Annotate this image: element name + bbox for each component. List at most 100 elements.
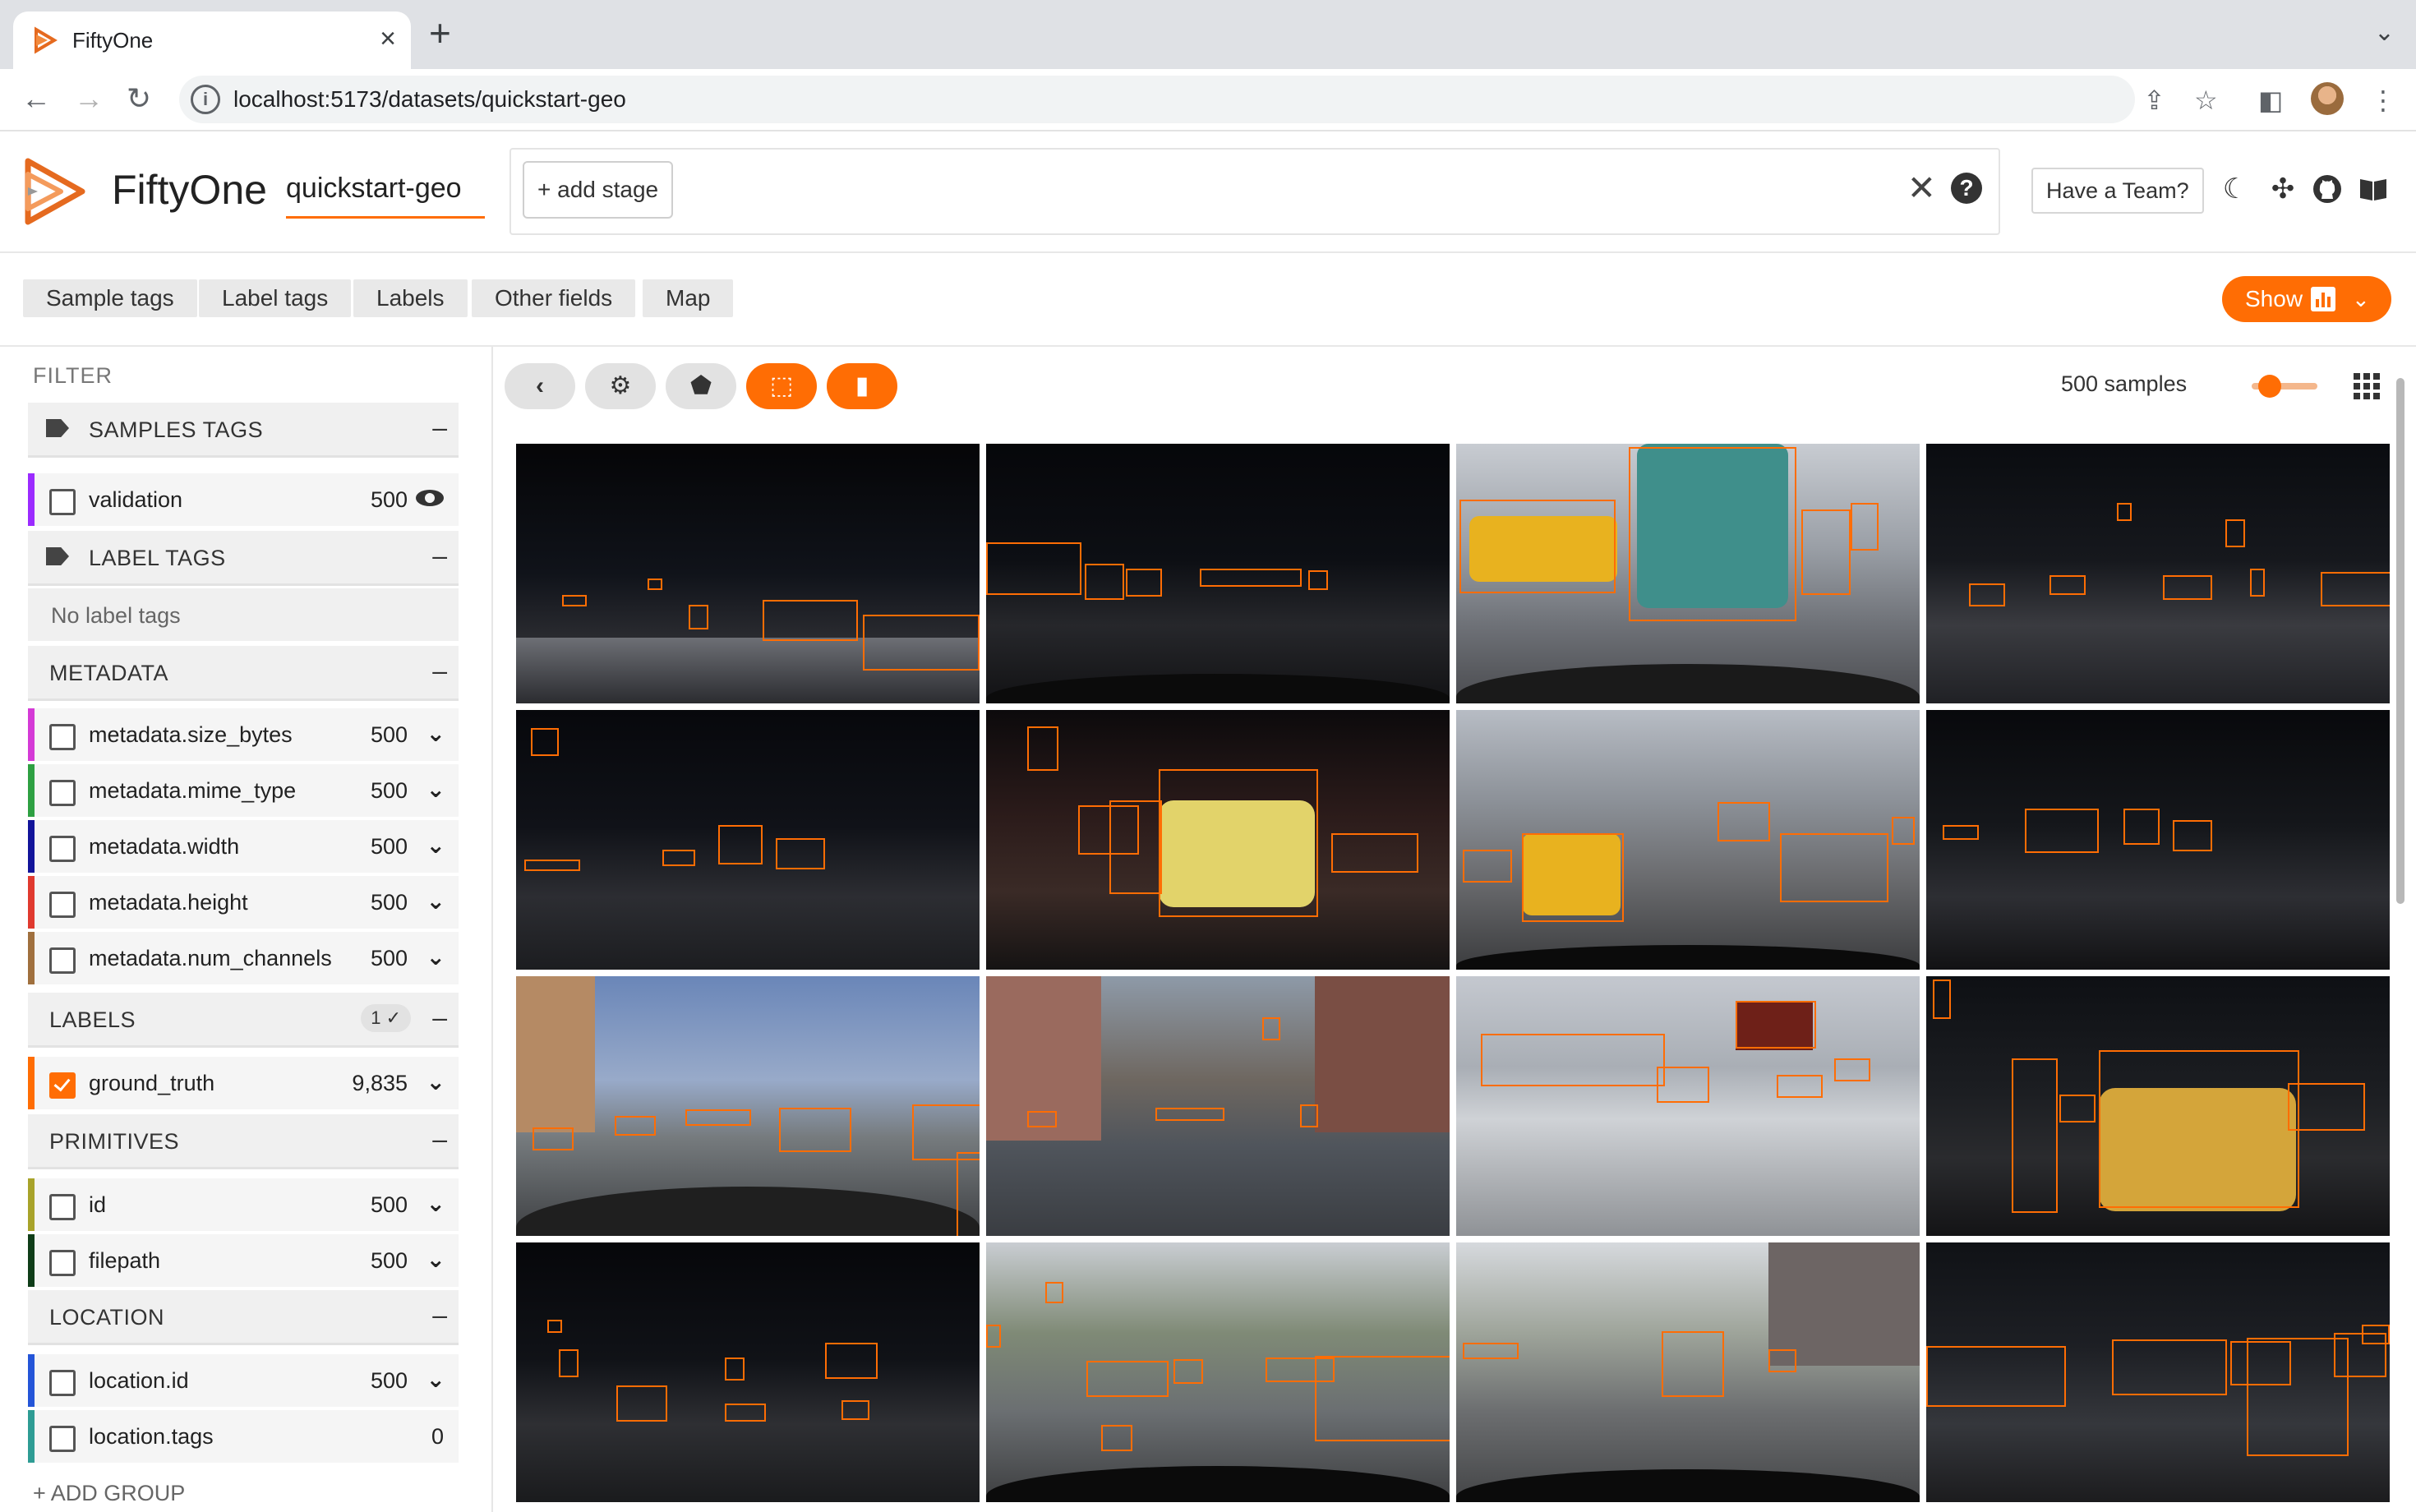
collapse-icon[interactable]: – <box>432 1124 447 1155</box>
group-location[interactable]: LOCATION – <box>28 1290 459 1345</box>
new-tab-icon[interactable]: + <box>429 14 451 52</box>
group-label-tags[interactable]: LABEL TAGS – <box>28 531 459 586</box>
toggle-sidebar-button[interactable]: ‹ <box>505 363 575 409</box>
sample-thumbnail[interactable] <box>1926 444 2390 703</box>
chevron-down-icon[interactable]: ⌄ <box>426 943 445 970</box>
add-group-button[interactable]: + ADD GROUP <box>33 1481 185 1506</box>
chevron-down-icon[interactable]: ⌄ <box>426 1366 445 1393</box>
help-icon[interactable]: ? <box>1951 173 1982 204</box>
sample-thumbnail[interactable] <box>1456 1242 1920 1502</box>
sample-thumbnail[interactable] <box>1926 976 2390 1236</box>
chevron-down-icon[interactable]: ⌄ <box>426 887 445 915</box>
sample-thumbnail[interactable] <box>986 976 1450 1236</box>
sample-thumbnail[interactable] <box>986 1242 1450 1502</box>
tab-search-chevron-icon[interactable]: ⌄ <box>2374 18 2395 47</box>
checkbox[interactable] <box>49 1370 76 1396</box>
collapse-icon[interactable]: – <box>432 1300 447 1330</box>
collapse-icon[interactable]: – <box>432 413 447 443</box>
share-icon[interactable]: ⇪ <box>2143 85 2165 115</box>
browser-menu-icon[interactable]: ⋮ <box>2370 85 2396 115</box>
field-row-metadata-num-channels[interactable]: metadata.num_channels 500 ⌄ <box>28 932 459 984</box>
chevron-down-icon[interactable]: ⌄ <box>426 776 445 803</box>
field-row-location-tags[interactable]: location.tags 0 <box>28 1410 459 1463</box>
sample-thumbnail[interactable] <box>1926 710 2390 970</box>
group-samples-tags[interactable]: SAMPLES TAGS – <box>28 403 459 458</box>
field-row-metadata-width[interactable]: metadata.width 500 ⌄ <box>28 820 459 873</box>
sample-thumbnail[interactable] <box>986 444 1450 703</box>
eye-icon[interactable] <box>416 490 444 506</box>
field-row-metadata-size-bytes[interactable]: metadata.size_bytes 500 ⌄ <box>28 708 459 761</box>
show-panels-button[interactable]: Show ⌄ <box>2222 276 2391 322</box>
grid-scrollbar[interactable] <box>2395 362 2406 937</box>
patches-button[interactable]: ⬚ <box>746 363 817 409</box>
clear-view-icon[interactable]: ✕ <box>1907 168 1936 209</box>
field-row-validation[interactable]: validation 500 <box>28 473 459 526</box>
slack-icon[interactable]: ✣ <box>2266 173 2299 205</box>
add-stage-button[interactable]: + add stage <box>523 161 674 219</box>
sample-thumbnail[interactable] <box>516 444 980 703</box>
save-view-button[interactable]: ▮ <box>827 363 897 409</box>
group-metadata[interactable]: METADATA – <box>28 646 459 701</box>
side-panel-icon[interactable]: ◧ <box>2258 85 2283 115</box>
dark-mode-moon-icon[interactable]: ☾ <box>2219 173 2252 205</box>
tab-label-tags[interactable]: Label tags <box>199 279 352 317</box>
close-tab-icon[interactable]: × <box>380 23 396 55</box>
sample-thumbnail[interactable] <box>516 710 980 970</box>
back-arrow-icon[interactable]: ← <box>21 82 51 115</box>
chevron-down-icon[interactable]: ⌄ <box>426 720 445 747</box>
collapse-icon[interactable]: – <box>432 656 447 686</box>
view-bar[interactable]: + add stage ✕ ? <box>509 148 2000 235</box>
profile-avatar[interactable] <box>2311 82 2344 115</box>
checkbox-checked[interactable] <box>49 1072 76 1099</box>
tab-other-fields[interactable]: Other fields <box>472 279 636 317</box>
app-name[interactable]: FiftyOne <box>112 166 267 214</box>
docs-book-icon[interactable] <box>2357 173 2390 205</box>
chevron-down-icon[interactable]: ⌄ <box>426 1246 445 1273</box>
tab-map[interactable]: Map <box>643 279 734 317</box>
group-primitives[interactable]: PRIMITIVES – <box>28 1114 459 1169</box>
field-row-metadata-height[interactable]: metadata.height 500 ⌄ <box>28 876 459 929</box>
address-bar[interactable]: i localhost:5173/datasets/quickstart-geo <box>179 76 2135 123</box>
bookmark-star-icon[interactable]: ☆ <box>2194 85 2218 115</box>
checkbox[interactable] <box>49 947 76 974</box>
have-a-team-button[interactable]: Have a Team? <box>2031 168 2204 214</box>
labels-count-badge[interactable]: 1 ✓ <box>361 1004 411 1032</box>
field-row-id[interactable]: id 500 ⌄ <box>28 1178 459 1231</box>
browser-tab[interactable]: FiftyOne × <box>13 12 411 69</box>
group-labels[interactable]: LABELS 1 ✓ – <box>28 993 459 1048</box>
field-row-filepath[interactable]: filepath 500 ⌄ <box>28 1234 459 1287</box>
fiftyone-logo-icon[interactable] <box>21 156 89 227</box>
checkbox[interactable] <box>49 780 76 806</box>
scrollbar-thumb[interactable] <box>2396 378 2404 904</box>
options-button[interactable]: ⚙ <box>585 363 656 409</box>
sample-thumbnail[interactable] <box>1456 444 1920 703</box>
sample-thumbnail[interactable] <box>516 1242 980 1502</box>
reload-icon[interactable]: ↻ <box>127 82 151 115</box>
checkbox[interactable] <box>49 1194 76 1220</box>
collapse-icon[interactable]: – <box>432 1003 447 1033</box>
slider-knob[interactable] <box>2258 375 2281 398</box>
sample-thumbnail[interactable] <box>986 710 1450 970</box>
sample-thumbnail[interactable] <box>1926 1242 2390 1502</box>
sample-thumbnail[interactable] <box>1456 710 1920 970</box>
field-row-location-id[interactable]: location.id 500 ⌄ <box>28 1354 459 1407</box>
field-row-ground-truth[interactable]: ground_truth 9,835 ⌄ <box>28 1057 459 1109</box>
checkbox[interactable] <box>49 1250 76 1276</box>
checkbox[interactable] <box>49 836 76 862</box>
checkbox[interactable] <box>49 724 76 750</box>
chevron-down-icon[interactable]: ⌄ <box>426 1190 445 1217</box>
github-icon[interactable] <box>2311 173 2344 205</box>
tab-labels[interactable]: Labels <box>353 279 468 317</box>
url-text[interactable]: localhost:5173/datasets/quickstart-geo <box>233 86 626 113</box>
site-info-icon[interactable]: i <box>191 85 220 114</box>
grid-zoom-slider[interactable] <box>2252 375 2317 398</box>
dataset-selector[interactable]: quickstart-geo <box>286 173 485 219</box>
chevron-down-icon[interactable]: ⌄ <box>426 832 445 859</box>
field-row-metadata-mime-type[interactable]: metadata.mime_type 500 ⌄ <box>28 764 459 817</box>
checkbox[interactable] <box>49 489 76 515</box>
forward-arrow-icon[interactable]: → <box>74 82 104 115</box>
collapse-icon[interactable]: – <box>432 541 447 571</box>
checkbox[interactable] <box>49 1426 76 1452</box>
tab-sample-tags[interactable]: Sample tags <box>23 279 197 317</box>
chevron-down-icon[interactable]: ⌄ <box>426 1068 445 1095</box>
